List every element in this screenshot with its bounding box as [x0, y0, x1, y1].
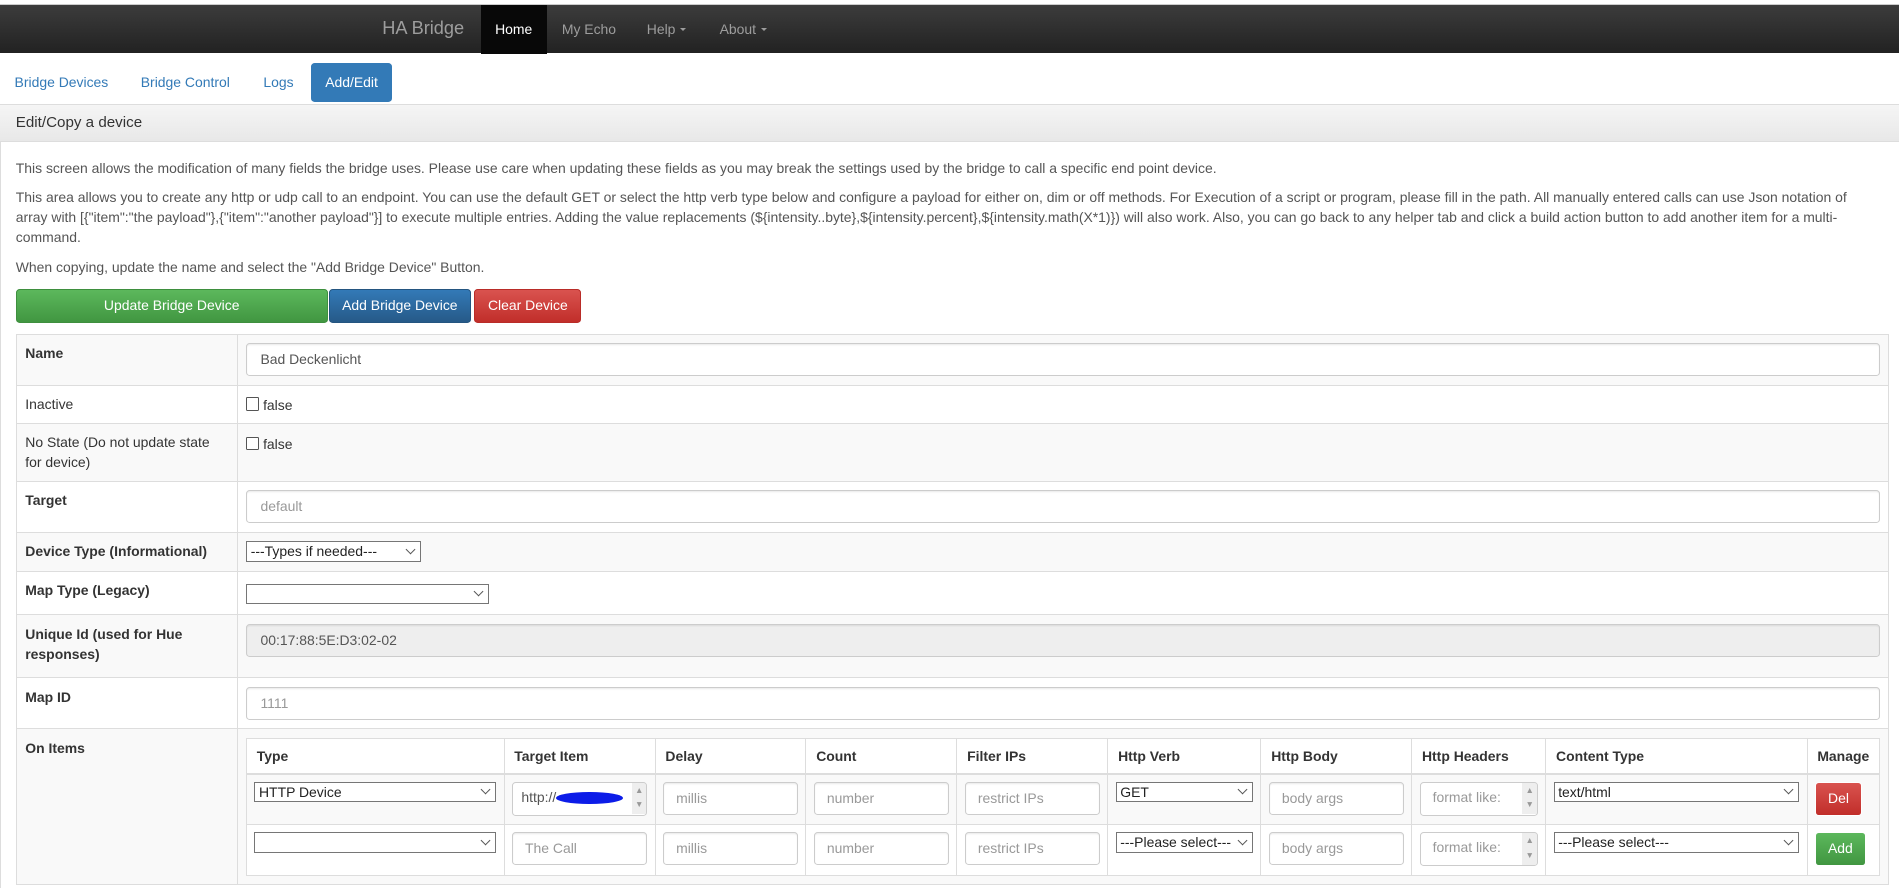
nav-about-label: About — [719, 20, 757, 37]
map-id-label: Map ID — [25, 688, 71, 705]
map-id-input[interactable]: 1111 — [246, 686, 1880, 720]
page: HA Bridge Home My Echo Help About Bridge… — [0, 0, 1899, 888]
row-target: Target default — [15, 480, 1890, 533]
col-delay: Delay — [654, 737, 807, 775]
tab-bridge-devices[interactable]: Bridge Devices — [15, 63, 109, 102]
row-device-type: Device Type (Informational) ---Types if … — [15, 531, 1890, 572]
name-label: Name — [25, 345, 64, 362]
name-input[interactable]: Bad Deckenlicht — [246, 343, 1880, 376]
col-count: Count — [805, 737, 958, 775]
type-select[interactable] — [254, 832, 497, 853]
target-item-value: http:// — [521, 788, 557, 805]
col-type: Type — [246, 737, 505, 775]
add-item-button[interactable]: Add — [1814, 832, 1866, 867]
target-item-input[interactable]: The Call — [511, 832, 648, 866]
tab-add-edit[interactable]: Add/Edit — [310, 63, 393, 102]
copy-hint: When copying, update the name and select… — [15, 259, 485, 276]
content-type-select[interactable]: ---Please select--- — [1553, 832, 1800, 853]
count-input[interactable]: number — [813, 781, 950, 815]
scroll-arrows-icon[interactable]: ▲ ▼ — [1522, 782, 1538, 815]
filter-ips-input[interactable]: restrict IPs — [964, 832, 1101, 866]
row-map-type: Map Type (Legacy) — [15, 570, 1890, 616]
on-items-header: Type Target Item Delay Count Filter IPs … — [246, 737, 1880, 775]
panel-title: Edit/Copy a device — [0, 104, 1899, 142]
unique-id-input[interactable]: 00:17:88:5E:D3:02-02 — [246, 623, 1880, 657]
unique-id-label: Unique Id (used for Hue responses) — [25, 625, 183, 662]
target-label: Target — [25, 492, 67, 509]
col-manage: Manage — [1806, 737, 1880, 775]
tab-logs[interactable]: Logs — [263, 63, 293, 102]
row-map-id: Map ID 1111 — [15, 677, 1890, 730]
nav-help-label: Help — [646, 20, 676, 37]
delete-item-button[interactable]: Del — [1814, 781, 1863, 816]
col-http-body: Http Body — [1260, 737, 1413, 775]
target-input[interactable]: default — [246, 490, 1880, 524]
http-headers-placeholder: format like: — [1432, 788, 1501, 805]
help-text: This area allows you to create any http … — [15, 188, 1847, 245]
nav-about[interactable]: About — [705, 5, 781, 55]
map-type-label: Map Type (Legacy) — [25, 582, 150, 599]
redacted-mark — [556, 792, 623, 805]
on-item-row: HTTP Device http:// ▲ ▼ millis number rest… — [246, 773, 1880, 825]
col-filter-ips: Filter IPs — [956, 737, 1109, 775]
http-verb-select[interactable]: ---Please select--- — [1115, 832, 1254, 853]
device-type-select[interactable]: ---Types if needed--- — [246, 541, 421, 562]
col-http-headers: Http Headers — [1411, 737, 1547, 775]
no-state-label: No State (Do not update state for device… — [15, 422, 238, 482]
row-unique-id: Unique Id (used for Hue responses) 00:17… — [15, 614, 1890, 679]
on-items-label: On Items — [25, 739, 85, 756]
no-state-value: false — [263, 435, 293, 452]
row-inactive: Inactive false — [15, 384, 1890, 424]
http-headers-placeholder: format like: — [1432, 839, 1501, 856]
filter-ips-input[interactable]: restrict IPs — [964, 781, 1101, 815]
nav-help[interactable]: Help — [632, 5, 701, 55]
caret-down-icon — [680, 28, 687, 33]
content-type-select[interactable]: text/html — [1553, 781, 1800, 803]
caret-down-icon — [760, 28, 767, 33]
nav-home[interactable]: Home — [480, 4, 547, 55]
scroll-arrows-icon[interactable]: ▲ ▼ — [1522, 833, 1538, 865]
count-input[interactable]: number — [813, 832, 950, 866]
inactive-label: Inactive — [15, 384, 238, 424]
inactive-checkbox[interactable] — [246, 397, 260, 411]
http-verb-select[interactable]: GET — [1115, 781, 1254, 803]
no-state-checkbox[interactable] — [246, 436, 260, 450]
http-headers-textarea[interactable]: format like: ▲ ▼ — [1419, 781, 1539, 816]
row-on-items: On Items Type Target Item Delay Count Fi… — [15, 728, 1890, 886]
target-item-textarea[interactable]: http:// ▲ ▼ — [511, 781, 648, 816]
map-type-select[interactable] — [246, 583, 489, 605]
add-bridge-device-button[interactable]: Add Bridge Device — [328, 288, 471, 323]
intro-text: This screen allows the modification of m… — [15, 159, 1217, 176]
col-content-type: Content Type — [1545, 737, 1808, 775]
col-target-item: Target Item — [503, 737, 656, 775]
device-form: Name Bad Deckenlicht Inactive false No S… — [15, 333, 1890, 886]
type-select[interactable]: HTTP Device — [254, 781, 497, 803]
on-item-row: The Call millis number restrict IPs ---P… — [246, 824, 1880, 876]
nav-my-echo[interactable]: My Echo — [547, 5, 630, 55]
scroll-arrows-icon[interactable]: ▲ ▼ — [631, 782, 647, 815]
device-type-label: Device Type (Informational) — [25, 543, 207, 560]
http-body-input[interactable]: body args — [1268, 781, 1404, 815]
row-name: Name Bad Deckenlicht — [15, 333, 1890, 386]
row-no-state: No State (Do not update state for device… — [15, 422, 1890, 482]
update-bridge-device-button[interactable]: Update Bridge Device — [15, 288, 328, 323]
inactive-value: false — [263, 396, 293, 413]
tab-bridge-control[interactable]: Bridge Control — [141, 63, 230, 102]
delay-input[interactable]: millis — [662, 781, 799, 815]
brand[interactable]: HA Bridge — [382, 18, 464, 39]
http-body-input[interactable]: body args — [1268, 832, 1404, 866]
on-items-table: Type Target Item Delay Count Filter IPs … — [246, 737, 1880, 876]
col-http-verb: Http Verb — [1107, 737, 1262, 775]
navbar: HA Bridge Home My Echo Help About — [0, 3, 1899, 55]
clear-device-button[interactable]: Clear Device — [474, 288, 582, 323]
http-headers-textarea[interactable]: format like: ▲ ▼ — [1419, 832, 1539, 867]
delay-input[interactable]: millis — [662, 832, 799, 866]
